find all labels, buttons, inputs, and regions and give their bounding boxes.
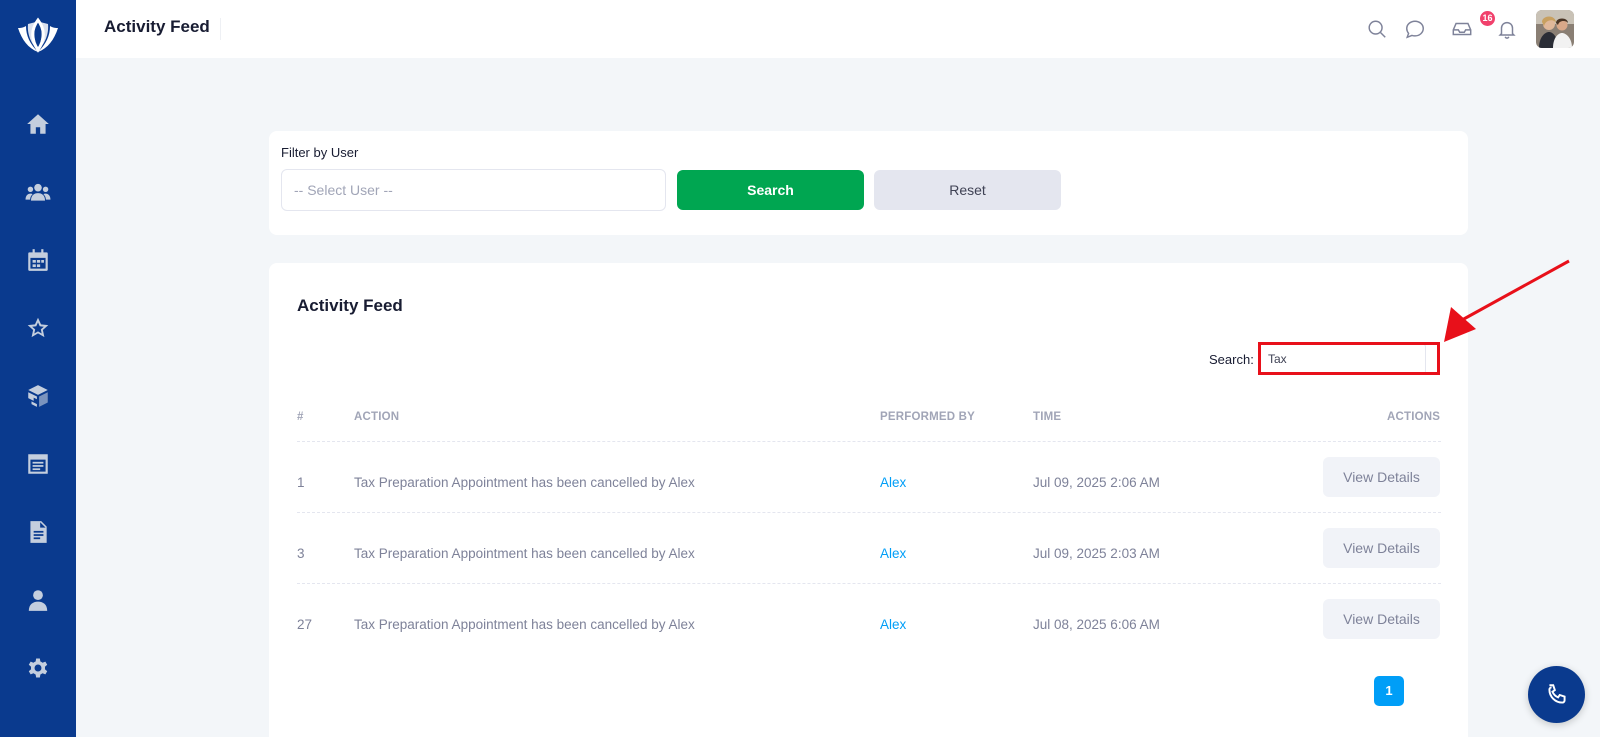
row-1-performed-by-link[interactable]: Alex <box>880 475 906 490</box>
row-3-view-details-button[interactable]: View Details <box>1323 599 1440 639</box>
bell-icon <box>1498 21 1516 39</box>
sidebar <box>0 0 76 737</box>
row-3-time: Jul 08, 2025 6:06 AM <box>1033 617 1160 632</box>
row-2-action: Tax Preparation Appointment has been can… <box>354 546 695 561</box>
row-divider <box>297 512 1441 513</box>
row-2-performed-by-link[interactable]: Alex <box>880 546 906 561</box>
nav-packages[interactable] <box>18 376 58 416</box>
pagination-page-1[interactable]: 1 <box>1374 676 1404 706</box>
row-2-id: 3 <box>297 546 305 561</box>
calendar-icon <box>28 249 48 271</box>
table-search-label: Search: <box>1209 352 1254 367</box>
header-inbox-button[interactable] <box>1449 16 1475 42</box>
nav-home[interactable] <box>18 104 58 144</box>
row-3-id: 27 <box>297 617 313 632</box>
annotation-arrow-icon <box>1444 259 1570 342</box>
chat-bubble-icon <box>1405 20 1424 39</box>
inbox-icon <box>1452 22 1472 36</box>
column-header-action[interactable]: ACTION <box>354 411 399 423</box>
reset-button[interactable]: Reset <box>874 170 1061 210</box>
activity-feed-title: Activity Feed <box>297 296 403 315</box>
table-search-input[interactable] <box>1259 343 1426 375</box>
row-1-time: Jul 09, 2025 2:06 AM <box>1033 475 1160 490</box>
avatar[interactable] <box>1536 10 1574 48</box>
user-icon <box>28 590 48 611</box>
search-icon <box>1368 20 1386 38</box>
column-header-actions[interactable]: ACTIONS <box>1387 411 1440 423</box>
nav-browser[interactable] <box>18 444 58 484</box>
activity-feed-card: Activity Feed Search: # ACTION PERFORMED… <box>269 263 1468 737</box>
header-search-button[interactable] <box>1364 16 1390 42</box>
browser-icon <box>28 454 48 474</box>
notification-badge: 16 <box>1480 11 1495 26</box>
column-header-id[interactable]: # <box>297 411 304 423</box>
row-3-performed-by-link[interactable]: Alex <box>880 617 906 632</box>
header-chat-button[interactable] <box>1402 16 1428 42</box>
column-header-performed-by[interactable]: PERFORMED BY <box>880 411 975 423</box>
filter-card: Filter by User -- Select User -- Search … <box>269 131 1468 235</box>
package-icon <box>28 385 48 407</box>
nav-documents[interactable] <box>18 512 58 552</box>
row-3-action: Tax Preparation Appointment has been can… <box>354 617 695 632</box>
select-user-dropdown[interactable]: -- Select User -- <box>281 169 666 211</box>
nav-profile[interactable] <box>18 580 58 620</box>
title-divider <box>220 18 221 40</box>
phone-icon <box>1547 683 1566 704</box>
row-divider <box>297 441 1441 442</box>
row-1-id: 1 <box>297 475 305 490</box>
users-icon <box>25 183 51 201</box>
row-divider <box>297 583 1441 584</box>
nav-favorites[interactable] <box>18 308 58 348</box>
row-2-time: Jul 09, 2025 2:03 AM <box>1033 546 1160 561</box>
home-icon <box>27 114 49 134</box>
header-notifications-button[interactable] <box>1494 16 1520 42</box>
filter-by-user-label: Filter by User <box>281 145 359 160</box>
page-title: Activity Feed <box>104 17 210 36</box>
nav-users[interactable] <box>18 172 58 212</box>
row-2-view-details-button[interactable]: View Details <box>1323 528 1440 568</box>
search-button[interactable]: Search <box>677 170 864 210</box>
call-button[interactable] <box>1528 666 1585 723</box>
logo-icon[interactable] <box>14 14 62 58</box>
gear-icon <box>28 658 48 678</box>
nav-settings[interactable] <box>18 648 58 688</box>
row-1-action: Tax Preparation Appointment has been can… <box>354 475 695 490</box>
column-header-time[interactable]: TIME <box>1033 411 1061 423</box>
document-icon <box>30 521 47 543</box>
row-1-view-details-button[interactable]: View Details <box>1323 457 1440 497</box>
star-icon <box>27 317 49 338</box>
nav-calendar[interactable] <box>18 240 58 280</box>
